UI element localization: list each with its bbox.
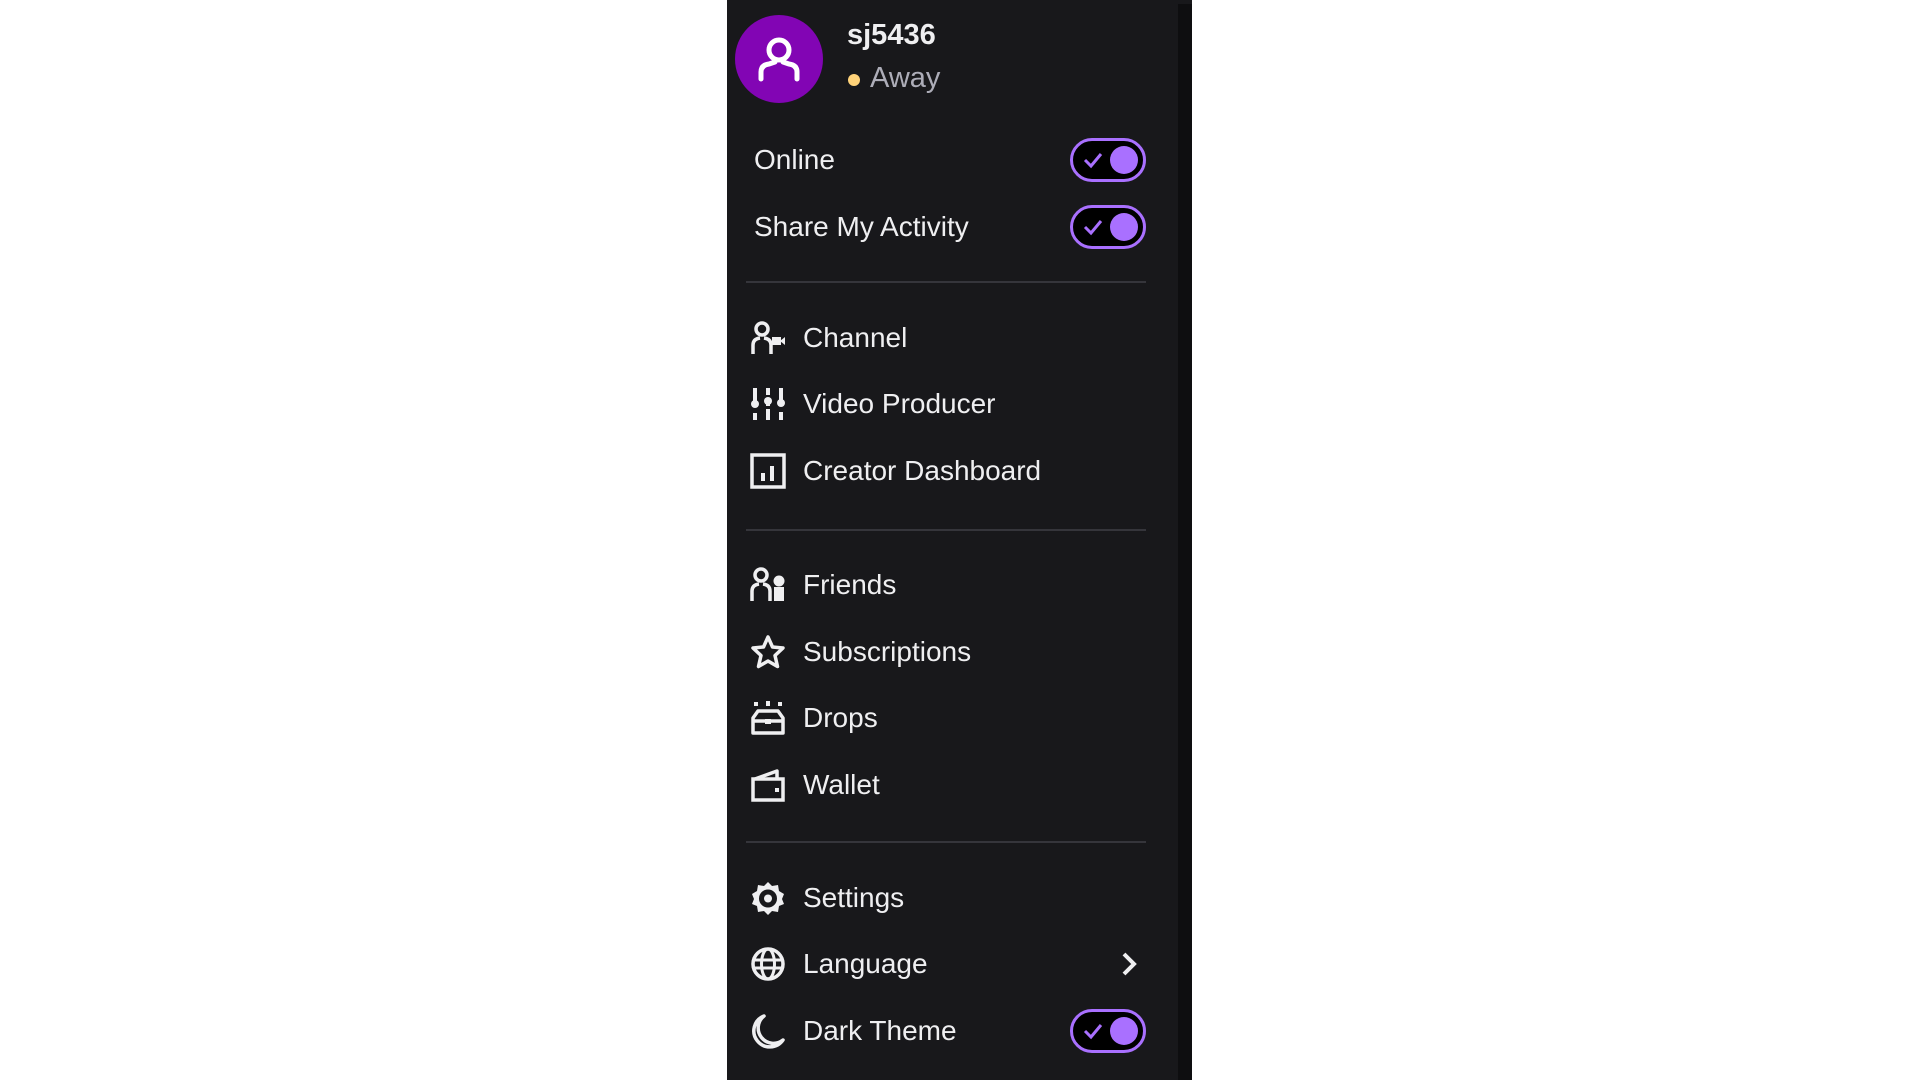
menu-item-label: Creator Dashboard: [803, 455, 1042, 486]
dark-theme-toggle[interactable]: [1070, 1009, 1146, 1053]
check-icon: [1083, 153, 1103, 169]
moon-icon: [750, 1013, 786, 1049]
toggle-row-online[interactable]: Online: [727, 133, 1157, 187]
check-icon: [1083, 220, 1103, 236]
menu-item-language[interactable]: Language: [727, 937, 1157, 991]
menu-item-label: Settings: [803, 882, 905, 913]
username: sj5436: [847, 19, 936, 51]
menu-item-label: Friends: [803, 569, 897, 600]
menu-item-label: Channel: [803, 322, 908, 353]
divider: [746, 841, 1146, 843]
share-activity-toggle[interactable]: [1070, 205, 1146, 249]
avatar: [735, 15, 823, 103]
wallet-icon: [750, 767, 786, 803]
star-icon: [750, 634, 786, 670]
user-icon: [758, 37, 800, 82]
toggle-knob: [1110, 213, 1138, 241]
menu-item-label: Subscriptions: [803, 636, 972, 667]
divider: [746, 529, 1146, 531]
status-text: Away: [870, 62, 941, 94]
divider: [746, 281, 1146, 283]
menu-item-label: Wallet: [803, 769, 880, 800]
menu-item-label: Language: [803, 948, 928, 979]
dashboard-icon: [750, 453, 786, 489]
menu-item-dark-theme[interactable]: Dark Theme: [727, 1004, 1157, 1058]
menu-item-friends[interactable]: Friends: [727, 558, 1157, 612]
share-activity-label: Share My Activity: [754, 211, 969, 242]
status-dot-icon: [848, 73, 860, 86]
channel-icon: [750, 320, 786, 356]
menu-item-settings[interactable]: Settings: [727, 871, 1157, 925]
drops-icon: [750, 700, 786, 736]
menu-item-creator-dashboard[interactable]: Creator Dashboard: [727, 444, 1157, 498]
menu-item-label: Dark Theme: [803, 1015, 957, 1046]
gear-icon: [750, 880, 786, 916]
menu-item-subscriptions[interactable]: Subscriptions: [727, 625, 1157, 679]
toggle-row-share-activity[interactable]: Share My Activity: [727, 200, 1157, 254]
toggle-knob: [1110, 146, 1138, 174]
menu-item-wallet[interactable]: Wallet: [727, 758, 1157, 812]
status: Away: [848, 62, 940, 95]
chevron-right-icon: [1122, 952, 1137, 976]
online-toggle[interactable]: [1070, 138, 1146, 182]
scrollbar-track[interactable]: [1178, 4, 1192, 1080]
friends-icon: [750, 567, 786, 603]
user-menu-panel: sj5436 Away Online Share My Activity Cha…: [727, 0, 1192, 1080]
check-icon: [1083, 1024, 1103, 1040]
online-label: Online: [754, 144, 835, 175]
sliders-icon: [750, 386, 786, 422]
toggle-knob: [1110, 1017, 1138, 1045]
menu-item-label: Video Producer: [803, 388, 996, 419]
menu-item-video-producer[interactable]: Video Producer: [727, 377, 1157, 431]
menu-item-channel[interactable]: Channel: [727, 311, 1157, 365]
globe-icon: [750, 946, 786, 982]
menu-item-label: Drops: [803, 702, 878, 733]
menu-item-drops[interactable]: Drops: [727, 691, 1157, 745]
